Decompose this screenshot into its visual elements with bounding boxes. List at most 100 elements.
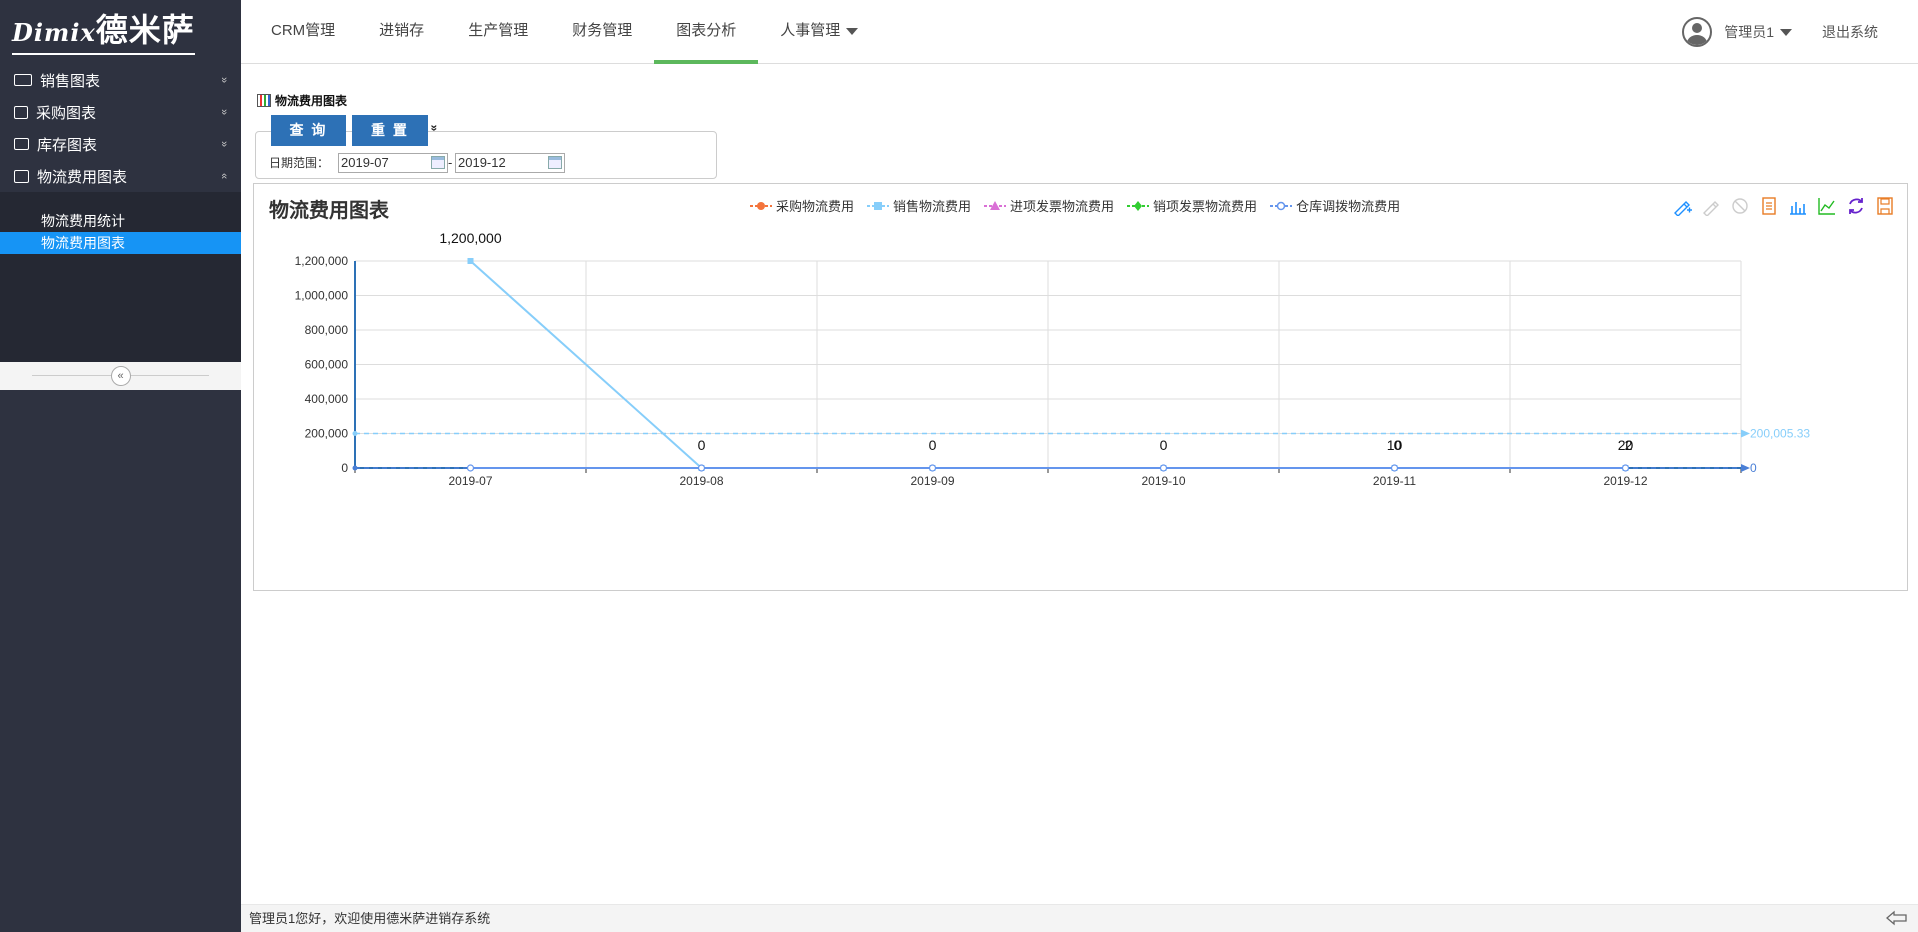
nav-inventory[interactable]: 进销存 <box>357 0 446 64</box>
edit-icon <box>14 105 28 119</box>
logo-text: Dimix德米萨 <box>12 10 195 55</box>
x-tick-label: 2019-12 <box>1603 474 1647 488</box>
user-area: 管理员1 退出系统 <box>1682 0 1878 64</box>
sidebar-item-logistics-chart[interactable]: 物流费用图表 « <box>0 160 241 192</box>
line-chart: 0 200,000 400,000 600,000 800,000 1,000,000 1,… <box>295 230 1811 488</box>
status-bar: 管理员1您好，欢迎使用德米萨进销存系统 <box>241 904 1918 932</box>
legend-marker-icon <box>867 201 890 210</box>
reset-button[interactable]: 重 置 <box>352 115 428 146</box>
chart-title: 物流费用图表 <box>269 200 389 222</box>
expand-icon[interactable]: » <box>427 125 441 132</box>
inventory-icon <box>14 138 29 150</box>
x-tick-label: 2019-11 <box>1373 474 1416 488</box>
user-name[interactable]: 管理员1 <box>1724 22 1774 42</box>
data-label: 0 <box>929 437 937 453</box>
sidebar-item-label: 物流费用图表 <box>37 168 128 186</box>
mark-line-arrow <box>1741 464 1750 472</box>
sales-chart-icon <box>14 74 32 86</box>
bar-chart-icon[interactable] <box>1788 196 1808 216</box>
data-view-icon[interactable] <box>1759 196 1779 216</box>
date-range-label: 日期范围： <box>269 156 330 170</box>
logout-link[interactable]: 退出系统 <box>1822 22 1878 42</box>
sidebar-subitem-logistics-chart[interactable]: 物流费用图表 <box>0 232 241 254</box>
panel-title: 物流费用图表 <box>257 92 347 109</box>
mark-line-arrow <box>1741 429 1750 438</box>
calendar-icon[interactable] <box>431 156 445 169</box>
x-tick-label: 2019-08 <box>679 474 723 488</box>
top-navigation: CRM管理 进销存 生产管理 财务管理 图表分析 人事管理 管理员1 退出系统 <box>241 0 1918 64</box>
caret-down-icon[interactable] <box>1780 28 1792 36</box>
chart-container: 0 200,000 400,000 600,000 800,000 1,000,000 1,… <box>253 183 1908 591</box>
collapse-sidebar-button[interactable]: « <box>110 366 131 386</box>
legend-label: 进项发票物流费用 <box>1010 199 1115 214</box>
data-point <box>1621 464 1630 472</box>
legend-item[interactable]: 仓库调拨物流费用 <box>1270 196 1400 215</box>
zoom-icon[interactable] <box>1672 196 1692 216</box>
data-point <box>697 464 706 472</box>
data-point <box>1390 464 1399 472</box>
nav-hr[interactable]: 人事管理 <box>758 0 880 64</box>
x-tick-label: 2019-07 <box>448 474 492 488</box>
sidebar-collapse-bar: « <box>0 362 241 390</box>
refresh-icon[interactable] <box>1846 196 1866 216</box>
data-point <box>928 464 937 472</box>
legend-item[interactable]: 进项发票物流费用 <box>984 196 1114 215</box>
caret-down-icon <box>846 27 859 35</box>
save-icon[interactable] <box>1875 196 1895 216</box>
legend-label: 销项发票物流费用 <box>1153 199 1258 214</box>
chevron-down-icon: » <box>217 140 230 148</box>
legend-marker-icon <box>984 200 1007 210</box>
zoom-reset-icon[interactable] <box>1701 196 1721 216</box>
nav-finance[interactable]: 财务管理 <box>550 0 654 64</box>
legend-item[interactable]: 销项发票物流费用 <box>1127 196 1257 215</box>
data-label: 0 <box>698 437 706 453</box>
date-separator: - <box>448 155 453 170</box>
back-arrow-icon[interactable] <box>1886 910 1908 926</box>
main-content: 物流费用图表 查 询 重 置 » 日期范围： 2019-07 - 2019-12… <box>241 65 1918 904</box>
date-from-input[interactable]: 2019-07 <box>338 153 448 173</box>
data-point <box>467 258 474 264</box>
data-point <box>466 464 475 472</box>
legend-label: 采购物流费用 <box>776 199 855 214</box>
sidebar-item-label: 销售图表 <box>40 72 101 90</box>
mark-line-start <box>352 465 358 471</box>
sidebar-item-label: 库存图表 <box>37 136 98 154</box>
date-to-value: 2019-12 <box>458 155 506 170</box>
query-button[interactable]: 查 询 <box>271 115 346 146</box>
nav-crm[interactable]: CRM管理 <box>249 0 357 64</box>
date-to-input[interactable]: 2019-12 <box>455 153 565 173</box>
line-chart-icon[interactable] <box>1817 196 1837 216</box>
sidebar-item-sales-chart[interactable]: 销售图表 » <box>0 64 241 96</box>
submenu: 物流费用统计 物流费用图表 <box>0 192 241 362</box>
y-tick-label: 800,000 <box>305 323 349 337</box>
legend-item[interactable]: 采购物流费用 <box>750 196 854 215</box>
data-label: 2 <box>1625 437 1633 453</box>
nav-chart-analysis[interactable]: 图表分析 <box>654 0 759 64</box>
data-label: 0 <box>1394 437 1402 453</box>
mark-line-label: 200,005.33 <box>1750 426 1810 440</box>
chart-legend: 采购物流费用 销售物流费用 进项发票物流费用 销项发票物流费用 仓库调拨物流费用 <box>750 196 1413 215</box>
legend-label: 仓库调拨物流费用 <box>1296 199 1401 214</box>
data-label: 1,200,000 <box>439 230 501 246</box>
y-tick-label: 600,000 <box>305 358 349 372</box>
chevron-down-icon: » <box>217 76 230 84</box>
sidebar-item-inventory-chart[interactable]: 库存图表 » <box>0 128 241 160</box>
avatar[interactable] <box>1682 17 1713 47</box>
data-point <box>1159 464 1168 472</box>
legend-label: 销售物流费用 <box>893 199 972 214</box>
y-tick-label: 400,000 <box>305 392 349 406</box>
sidebar-subitem-logistics-stats[interactable]: 物流费用统计 <box>0 210 241 232</box>
logo-cn: 德米萨 <box>95 10 195 49</box>
nav-production[interactable]: 生产管理 <box>446 0 550 64</box>
legend-marker-icon <box>1127 200 1150 211</box>
legend-item[interactable]: 销售物流费用 <box>867 196 971 215</box>
calendar-icon[interactable] <box>548 156 562 169</box>
y-tick-label: 200,000 <box>305 427 349 441</box>
chevron-up-icon: « <box>217 172 230 180</box>
bar-chart-icon <box>257 94 271 107</box>
x-tick-label: 2019-10 <box>1141 474 1185 488</box>
y-tick-label: 1,000,000 <box>295 289 349 303</box>
x-tick-label: 2019-09 <box>910 474 954 488</box>
clear-icon[interactable] <box>1730 196 1750 216</box>
sidebar-item-purchase-chart[interactable]: 采购图表 » <box>0 96 241 128</box>
